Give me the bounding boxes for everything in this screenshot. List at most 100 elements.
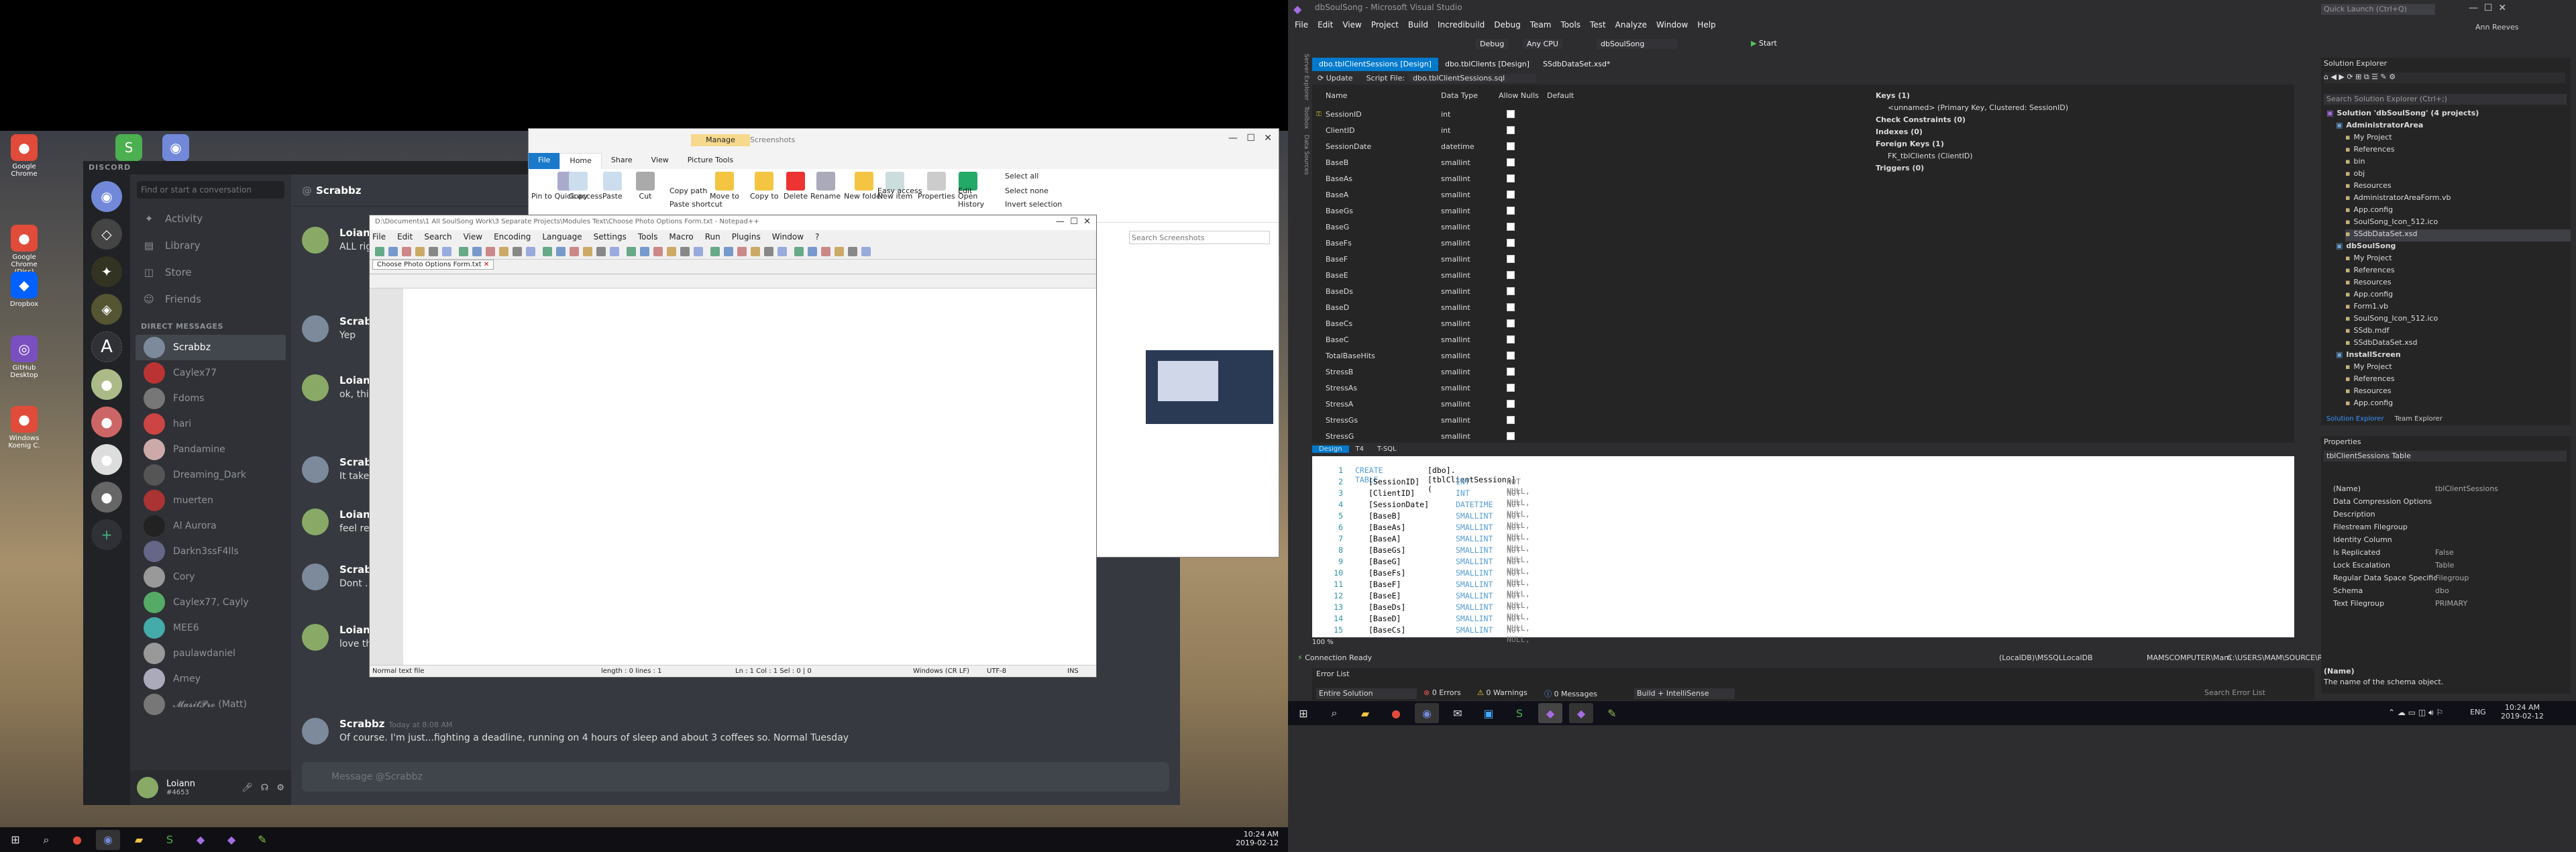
solution-item[interactable]: ▪ Resources	[2345, 278, 2571, 290]
solution-item[interactable]: ▪ References	[2345, 374, 2571, 386]
vs-menu-build[interactable]: Build	[1408, 20, 1428, 30]
column-type[interactable]: datetime	[1441, 142, 1474, 151]
column-name[interactable]: BaseA	[1326, 191, 1348, 199]
property-row[interactable]: Filestream Filegroup	[2321, 523, 2571, 535]
allow-nulls-checkbox[interactable]	[1507, 110, 1515, 118]
menu-view[interactable]: View	[464, 232, 482, 242]
column-name[interactable]: StressA	[1326, 400, 1353, 409]
column-type[interactable]: smallint	[1441, 207, 1470, 215]
desktop-icon[interactable]: ◎ GitHub Desktop	[3, 335, 46, 379]
allow-nulls-checkbox[interactable]	[1507, 158, 1515, 166]
menu-language[interactable]: Language	[542, 232, 582, 242]
column-type[interactable]: smallint	[1441, 239, 1470, 248]
allow-nulls-checkbox[interactable]	[1507, 191, 1515, 199]
allow-nulls-checkbox[interactable]	[1507, 142, 1515, 150]
discord-home-icon[interactable]: ◉	[91, 181, 122, 212]
dm-item[interactable]: Pandamine	[136, 437, 286, 462]
column-type[interactable]: int	[1441, 110, 1450, 119]
dm-item[interactable]: Dreaming_Dark	[136, 462, 286, 488]
search-icon[interactable]: ⌕	[1322, 703, 1346, 723]
nav-item-store[interactable]: ◫ Store	[130, 259, 291, 286]
window-controls[interactable]: — ☐ ✕	[2469, 3, 2506, 13]
ribbon-move-to[interactable]: Move to	[710, 172, 739, 201]
solution-item[interactable]: ▣ Solution 'dbSoulSong' (4 projects)	[2326, 109, 2571, 121]
explorer-icon[interactable]: ▰	[127, 830, 151, 850]
explorer-tab-view[interactable]: View	[642, 153, 678, 169]
server-icon[interactable]: ✦	[91, 256, 122, 287]
tab-manage[interactable]: Manage	[691, 134, 750, 146]
dm-item[interactable]: Fdoms	[136, 386, 286, 411]
tray-icons[interactable]: ⌃ ☁ ▭ ◫ 🔊︎ ⚐	[2388, 708, 2443, 718]
dm-item[interactable]: Scrabbz	[136, 335, 286, 360]
zoom-level[interactable]: 100 %	[1312, 639, 1334, 646]
solution-item[interactable]: ▪ SoulSong_Icon_512.ico	[2345, 217, 2571, 229]
column-name[interactable]: BaseCs	[1326, 319, 1352, 328]
column-type[interactable]: smallint	[1441, 352, 1470, 360]
column-row[interactable]: StressGs smallint	[1312, 412, 1634, 428]
dm-item[interactable]: MEE6	[136, 615, 286, 641]
toolbar-button-icon[interactable]	[583, 247, 592, 256]
property-row[interactable]: Data Compression Options	[2321, 497, 2571, 509]
ribbon-select-all[interactable]: Select all	[1005, 172, 1038, 180]
add-server-icon[interactable]: +	[91, 519, 122, 550]
column-row[interactable]: BaseC smallint	[1312, 331, 1634, 348]
explorer-icon[interactable]: ▰	[1353, 703, 1377, 723]
column-type[interactable]: int	[1441, 126, 1450, 135]
ribbon-delete[interactable]: Delete	[784, 172, 808, 201]
quick-launch-input[interactable]: Quick Launch (Ctrl+Q)	[2321, 4, 2435, 15]
column-row[interactable]: StressB smallint	[1312, 364, 1634, 380]
column-row[interactable]: StressA smallint	[1312, 396, 1634, 412]
photos-icon[interactable]: ▣	[1477, 703, 1501, 723]
toolbar-button-icon[interactable]	[442, 247, 451, 256]
avatar[interactable]	[302, 374, 329, 401]
column-row[interactable]: BaseFs smallint	[1312, 235, 1634, 251]
microphone-icon[interactable]: 🎤︎	[241, 783, 253, 793]
vs-menu-analyze[interactable]: Analyze	[1615, 20, 1647, 30]
ribbon-history[interactable]: History	[958, 200, 984, 209]
keys-item[interactable]: Keys (1)	[1876, 91, 1910, 100]
update-button[interactable]: ⟳ Update	[1318, 74, 1353, 83]
vs-menu-tools[interactable]: Tools	[1560, 20, 1580, 30]
solution-item[interactable]: ▣ InstallScreen	[2336, 350, 2571, 362]
column-type[interactable]: smallint	[1441, 255, 1470, 264]
solution-item[interactable]: ▪ My Project	[2345, 362, 2571, 374]
column-row[interactable]: BaseB smallint	[1312, 154, 1634, 170]
search-icon[interactable]: ⌕	[34, 830, 58, 850]
platform-select[interactable]: Any CPU	[1523, 39, 1562, 49]
server-icon[interactable]: ●	[91, 482, 122, 513]
column-name[interactable]: StressG	[1326, 432, 1354, 441]
menu-search[interactable]: Search	[424, 232, 451, 242]
project-select[interactable]: dbSoulSong	[1597, 39, 1677, 49]
column-row[interactable]: StressAs smallint	[1312, 380, 1634, 396]
column-type[interactable]: smallint	[1441, 384, 1470, 392]
window-controls[interactable]: — ☐ ✕	[1056, 217, 1091, 227]
property-row[interactable]: Schema dbo	[2321, 586, 2571, 598]
toolbar-button-icon[interactable]	[680, 247, 690, 256]
toolbar-button-icon[interactable]	[724, 247, 733, 256]
menu-macro[interactable]: Macro	[669, 232, 693, 242]
menu-run[interactable]: Run	[705, 232, 720, 242]
vs-icon[interactable]: ◆	[1569, 703, 1593, 723]
toolbar-button-icon[interactable]	[513, 247, 522, 256]
column-type[interactable]: smallint	[1441, 335, 1470, 344]
ribbon-select-none[interactable]: Select none	[1005, 187, 1049, 195]
explorer-tab-home[interactable]: Home	[559, 153, 602, 169]
messages-filter[interactable]: ⓘ 0 Messages	[1544, 688, 1597, 699]
dm-item[interactable]: Arney	[136, 666, 286, 692]
column-row[interactable]: BaseCs smallint	[1312, 315, 1634, 331]
toolbar-button-icon[interactable]	[861, 247, 871, 256]
column-name[interactable]: BaseDs	[1326, 287, 1353, 296]
ribbon-copy[interactable]: Copy	[569, 172, 588, 201]
dm-item[interactable]: hari	[136, 411, 286, 437]
solution-item[interactable]: ▪ App.config	[2345, 205, 2571, 217]
dm-item[interactable]: paulawdaniel	[136, 641, 286, 666]
column-name[interactable]: TotalBaseHits	[1326, 352, 1375, 360]
column-type[interactable]: smallint	[1441, 191, 1470, 199]
error-search[interactable]: Search Error List	[2204, 688, 2265, 697]
split-tab-t-sql[interactable]: T-SQL	[1371, 445, 1403, 453]
toolbar-button-icon[interactable]	[710, 247, 720, 256]
ribbon-rename[interactable]: Rename	[810, 172, 841, 201]
vs-icon[interactable]: ◆	[189, 830, 213, 850]
chrome-icon[interactable]: ●	[65, 830, 89, 850]
solution-item[interactable]: ▪ Form1.vb	[2345, 302, 2571, 314]
